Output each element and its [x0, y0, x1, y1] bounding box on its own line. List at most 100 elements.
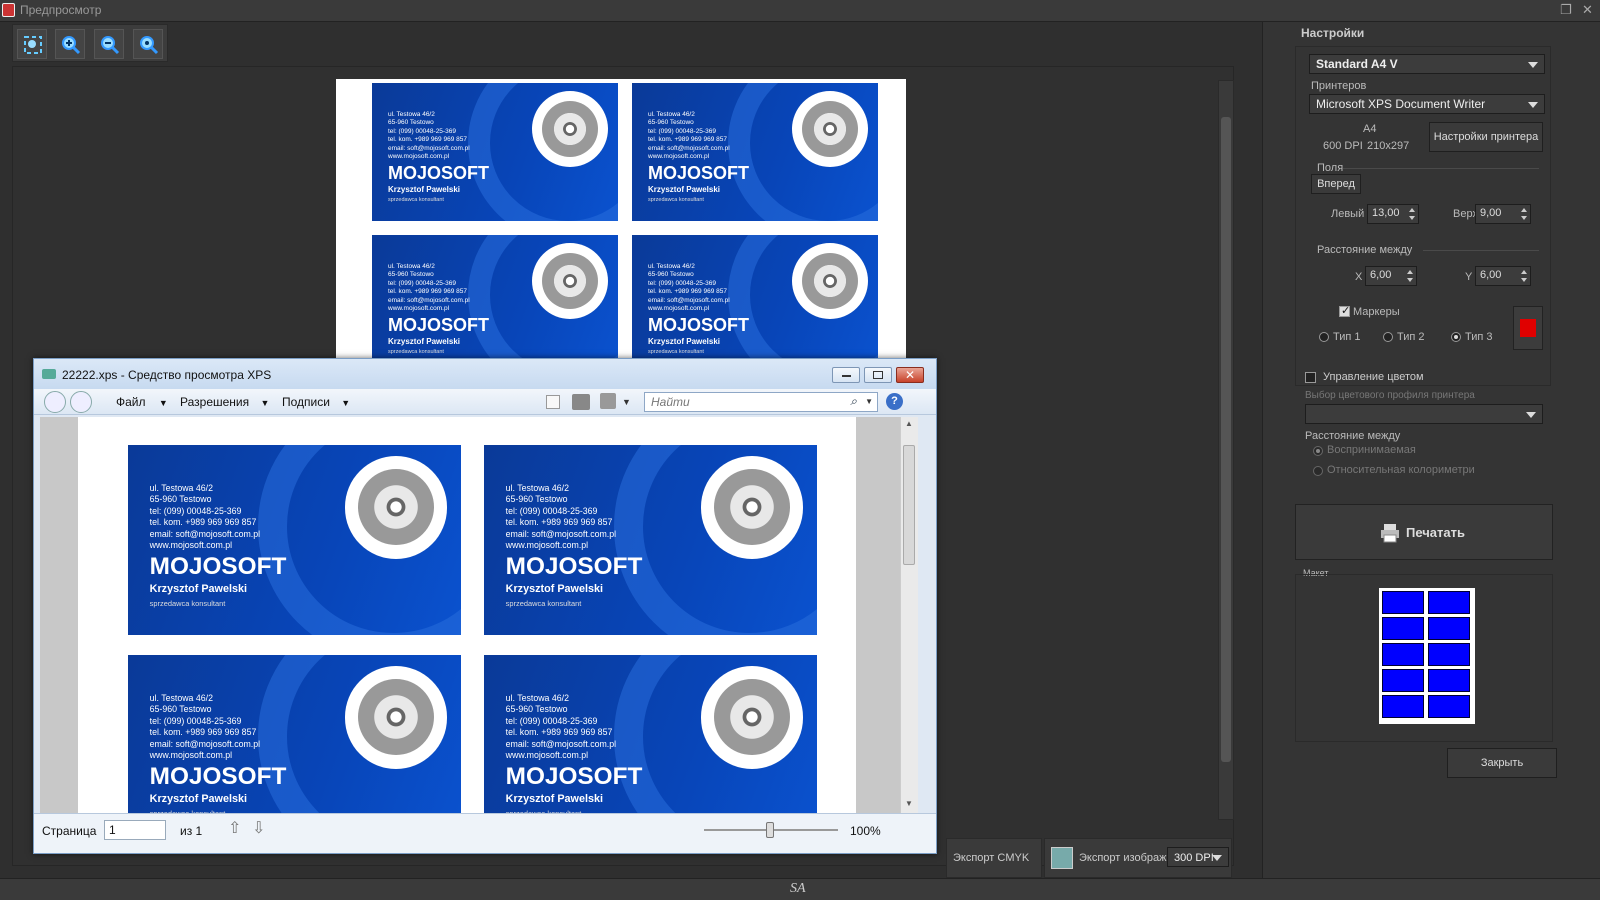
export-cmyk-label: Экспорт CMYK — [953, 852, 1030, 864]
business-card: ul. Testowa 46/2 65-960 Testowo tel: (099)… — [372, 83, 618, 221]
forward-button[interactable]: Вперед — [1311, 174, 1361, 194]
disc-graphic — [541, 252, 599, 310]
left-margin-input[interactable]: 13,00 — [1367, 204, 1419, 224]
card-brand: MOJOSOFT — [149, 763, 287, 791]
card-address-line: tel: (099) 00048-25-369 — [648, 127, 716, 135]
scroll-up-icon[interactable]: ▲ — [905, 419, 913, 428]
chevron-down-icon[interactable]: ▼ — [865, 397, 873, 406]
dpi-select[interactable]: 300 DPI — [1167, 847, 1229, 867]
disc-graphic — [801, 100, 859, 158]
marker-color-button[interactable] — [1513, 306, 1543, 350]
cd-icon — [532, 243, 608, 319]
previous-page-icon[interactable]: ⇧ — [228, 818, 241, 838]
back-icon[interactable] — [44, 391, 66, 413]
card-address-line: 65-960 Testowo — [648, 271, 694, 279]
zoom-actual-icon — [140, 36, 159, 55]
close-button[interactable]: Закрыть — [1447, 748, 1557, 778]
close-icon[interactable]: ✕ — [1582, 2, 1593, 18]
export-image-label[interactable]: Экспорт изображ — [1079, 852, 1166, 864]
xps-window-title: 22222.xps - Средство просмотра XPS — [62, 368, 272, 382]
zoom-fit-button[interactable] — [17, 29, 47, 59]
page-number-input[interactable]: 1 — [104, 820, 166, 840]
next-page-icon[interactable]: ⇩ — [252, 818, 265, 838]
margins-label: Поля — [1317, 162, 1344, 174]
print-icon[interactable] — [572, 394, 590, 410]
card-role: sprzedawca konsultant — [388, 349, 444, 355]
card-role: sprzedawca konsultant — [149, 599, 226, 609]
maximize-button[interactable] — [864, 367, 892, 383]
card-role: sprzedawca konsultant — [388, 197, 444, 203]
printer-settings-button[interactable]: Настройки принтера — [1429, 122, 1543, 152]
minimize-button[interactable] — [832, 367, 860, 383]
card-address: ul. Testowa 46/2 65-960 Testowo tel: (099)… — [648, 263, 730, 314]
image-export-icon[interactable] — [1051, 847, 1073, 869]
card-person: Krzysztof Pawelski — [505, 793, 604, 806]
menu-file[interactable]: Файл ▼ — [116, 395, 168, 409]
scroll-down-icon[interactable]: ▼ — [905, 799, 913, 808]
type3-radio[interactable] — [1451, 332, 1461, 342]
relative-radio[interactable] — [1313, 466, 1323, 476]
help-icon[interactable]: ? — [886, 393, 903, 410]
search-input[interactable]: Найти ⌕ ▼ — [644, 392, 878, 412]
y-spacing-input[interactable]: 6,00 — [1475, 266, 1531, 286]
zoom-out-button[interactable] — [94, 29, 124, 59]
settings-panel: Настройки Standard A4 V Принтеров Micros… — [1262, 22, 1600, 878]
minimize-icon — [842, 375, 851, 377]
print-label: Печатать — [1406, 525, 1465, 540]
xps-scroll-thumb[interactable] — [903, 445, 915, 565]
card-address-line: 65-960 Testowo — [149, 494, 212, 505]
zoom-toolbar — [12, 24, 168, 62]
layout-cell — [1382, 695, 1424, 718]
preset-select[interactable]: Standard A4 V — [1309, 54, 1545, 74]
search-icon[interactable]: ⌕ — [850, 394, 857, 409]
card-address-line: email: soft@mojosoft.com.pl — [648, 144, 730, 152]
menu-signatures[interactable]: Подписи ▼ — [282, 395, 350, 409]
color-profile-select[interactable] — [1305, 404, 1543, 424]
color-management-checkbox[interactable] — [1305, 372, 1316, 383]
type1-radio[interactable] — [1319, 332, 1329, 342]
markers-checkbox[interactable]: ✓ — [1339, 305, 1350, 317]
top-margin-input[interactable]: 9,00 — [1475, 204, 1531, 224]
card-address-line: 65-960 Testowo — [648, 119, 694, 127]
disc-graphic — [801, 252, 859, 310]
card-address-line: www.mojosoft.com.pl — [505, 540, 589, 550]
type2-radio[interactable] — [1383, 332, 1393, 342]
printer-select[interactable]: Microsoft XPS Document Writer — [1309, 94, 1545, 114]
xps-close-button[interactable]: ✕ — [896, 367, 924, 383]
zoom-actual-button[interactable] — [133, 29, 163, 59]
layout-thumbnail — [1379, 588, 1475, 724]
card-address-line: tel. kom. +989 969 969 857 — [388, 136, 467, 144]
menu-permissions[interactable]: Разрешения ▼ — [180, 395, 269, 409]
export-cmyk-button[interactable]: Экспорт CMYK — [946, 838, 1042, 878]
zoom-in-button[interactable] — [55, 29, 85, 59]
card-address-line: tel: (099) 00048-25-369 — [149, 505, 242, 516]
chevron-down-icon[interactable]: ▼ — [622, 397, 631, 407]
zoom-slider-thumb[interactable] — [766, 822, 774, 838]
layout-cell — [1428, 643, 1470, 666]
app-icon — [2, 3, 15, 17]
restore-icon[interactable]: ❐ — [1560, 2, 1572, 18]
forward-icon[interactable] — [70, 391, 92, 413]
top-margin-value: 9,00 — [1480, 207, 1502, 219]
xps-scrollbar[interactable]: ▲ ▼ — [900, 417, 918, 813]
x-spacing-input[interactable]: 6,00 — [1365, 266, 1417, 286]
pages-icon[interactable] — [546, 395, 560, 409]
xps-app-icon — [42, 369, 56, 379]
cd-icon — [344, 665, 448, 769]
perceptual-radio[interactable] — [1313, 446, 1323, 456]
card-role: sprzedawca konsultant — [505, 599, 582, 609]
cd-icon — [792, 91, 868, 167]
view-icon[interactable] — [600, 393, 616, 409]
rendering-intent-label: Расстояние между — [1305, 430, 1401, 442]
zoom-fit-icon — [24, 36, 42, 54]
preview-scroll-thumb[interactable] — [1221, 117, 1231, 762]
printers-label: Принтеров — [1311, 80, 1367, 92]
card-address-line: email: soft@mojosoft.com.pl — [388, 296, 470, 304]
business-card: ul. Testowa 46/2 65-960 Testowo tel: (099)… — [128, 445, 461, 635]
preview-scrollbar[interactable] — [1218, 80, 1234, 820]
layout-cell — [1428, 591, 1470, 614]
card-address-line: tel. kom. +989 969 969 857 — [505, 517, 613, 528]
disc-graphic — [541, 100, 599, 158]
print-button[interactable]: Печатать — [1295, 504, 1553, 560]
menu-signatures-label: Подписи — [282, 395, 330, 409]
